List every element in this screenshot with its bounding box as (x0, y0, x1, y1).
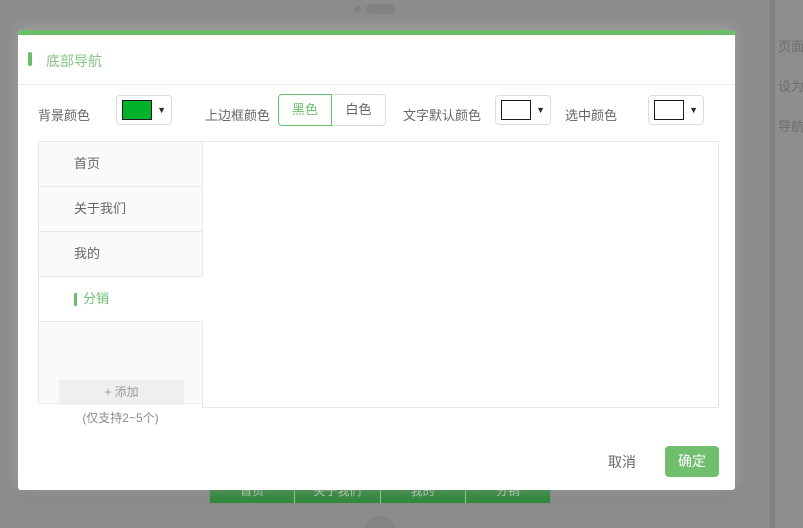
nav-preview-item: 关于我们 (295, 490, 381, 503)
active-color-picker[interactable]: ▼ (648, 95, 704, 125)
sidebar-tab-label: 分销 (83, 291, 110, 306)
active-color-swatch (654, 100, 684, 120)
border-color-black-button[interactable]: 黑色 (278, 94, 332, 126)
dialog-title: 底部导航 (46, 53, 102, 69)
caret-down-icon: ▼ (157, 105, 166, 115)
cancel-button[interactable]: 取消 (608, 452, 636, 472)
background-menu-item: 设为 (778, 79, 803, 94)
border-color-label: 上边框颜色 (205, 108, 271, 123)
nav-preview-item: 首页 (210, 490, 296, 503)
dialog-top-accent-bar (18, 30, 735, 35)
nav-preview-item: 我的 (381, 490, 466, 503)
nav-preview-bar: 首页 关于我们 我的 分销 (210, 490, 550, 503)
nav-preview-item: 分销 (495, 490, 520, 498)
background-home-button (365, 516, 395, 528)
border-color-white-button[interactable]: 白色 (332, 94, 386, 126)
text-color-swatch (501, 100, 531, 120)
sidebar-tab-distribution[interactable]: 分销 (39, 277, 203, 322)
text-color-label: 文字默认颜色 (403, 108, 482, 123)
sidebar-tab-home[interactable]: 首页 (39, 142, 203, 187)
background-menu-item: 页面 (778, 39, 803, 54)
bg-color-picker[interactable]: ▼ (116, 95, 172, 125)
confirm-button[interactable]: 确定 (665, 446, 719, 477)
header-divider (18, 84, 735, 85)
active-color-label: 选中颜色 (565, 108, 618, 123)
caret-down-icon: ▼ (536, 105, 545, 115)
nav-items-sidebar: 首页 关于我们 我的 分销 + 添加 (38, 141, 203, 405)
caret-down-icon: ▼ (689, 105, 698, 115)
bg-color-label: 背景颜色 (38, 108, 91, 123)
bg-color-swatch (122, 100, 152, 120)
add-tab-button[interactable]: + 添加 (59, 380, 184, 405)
background-toolbar-pill (366, 4, 396, 14)
sidebar-tab-mine[interactable]: 我的 (39, 232, 203, 277)
tabs-limit-hint: (仅支持2~5个) (82, 411, 159, 425)
selected-tab-accent-bar (74, 293, 77, 306)
title-accent-bar (28, 52, 32, 66)
sidebar-filler: + 添加 (39, 322, 203, 405)
background-menu-item: 导航 (778, 119, 803, 134)
background-status-dot (354, 6, 361, 13)
bottom-nav-dialog: 底部导航 背景颜色 ▼ 上边框颜色 黑色 白色 文字默认颜色 ▼ 选中颜色 ▼ … (18, 30, 735, 490)
text-color-picker[interactable]: ▼ (495, 95, 551, 125)
tab-detail-panel (202, 141, 719, 408)
background-right-menu: 页面 设为 导航 (775, 0, 803, 528)
sidebar-tab-about[interactable]: 关于我们 (39, 187, 203, 232)
